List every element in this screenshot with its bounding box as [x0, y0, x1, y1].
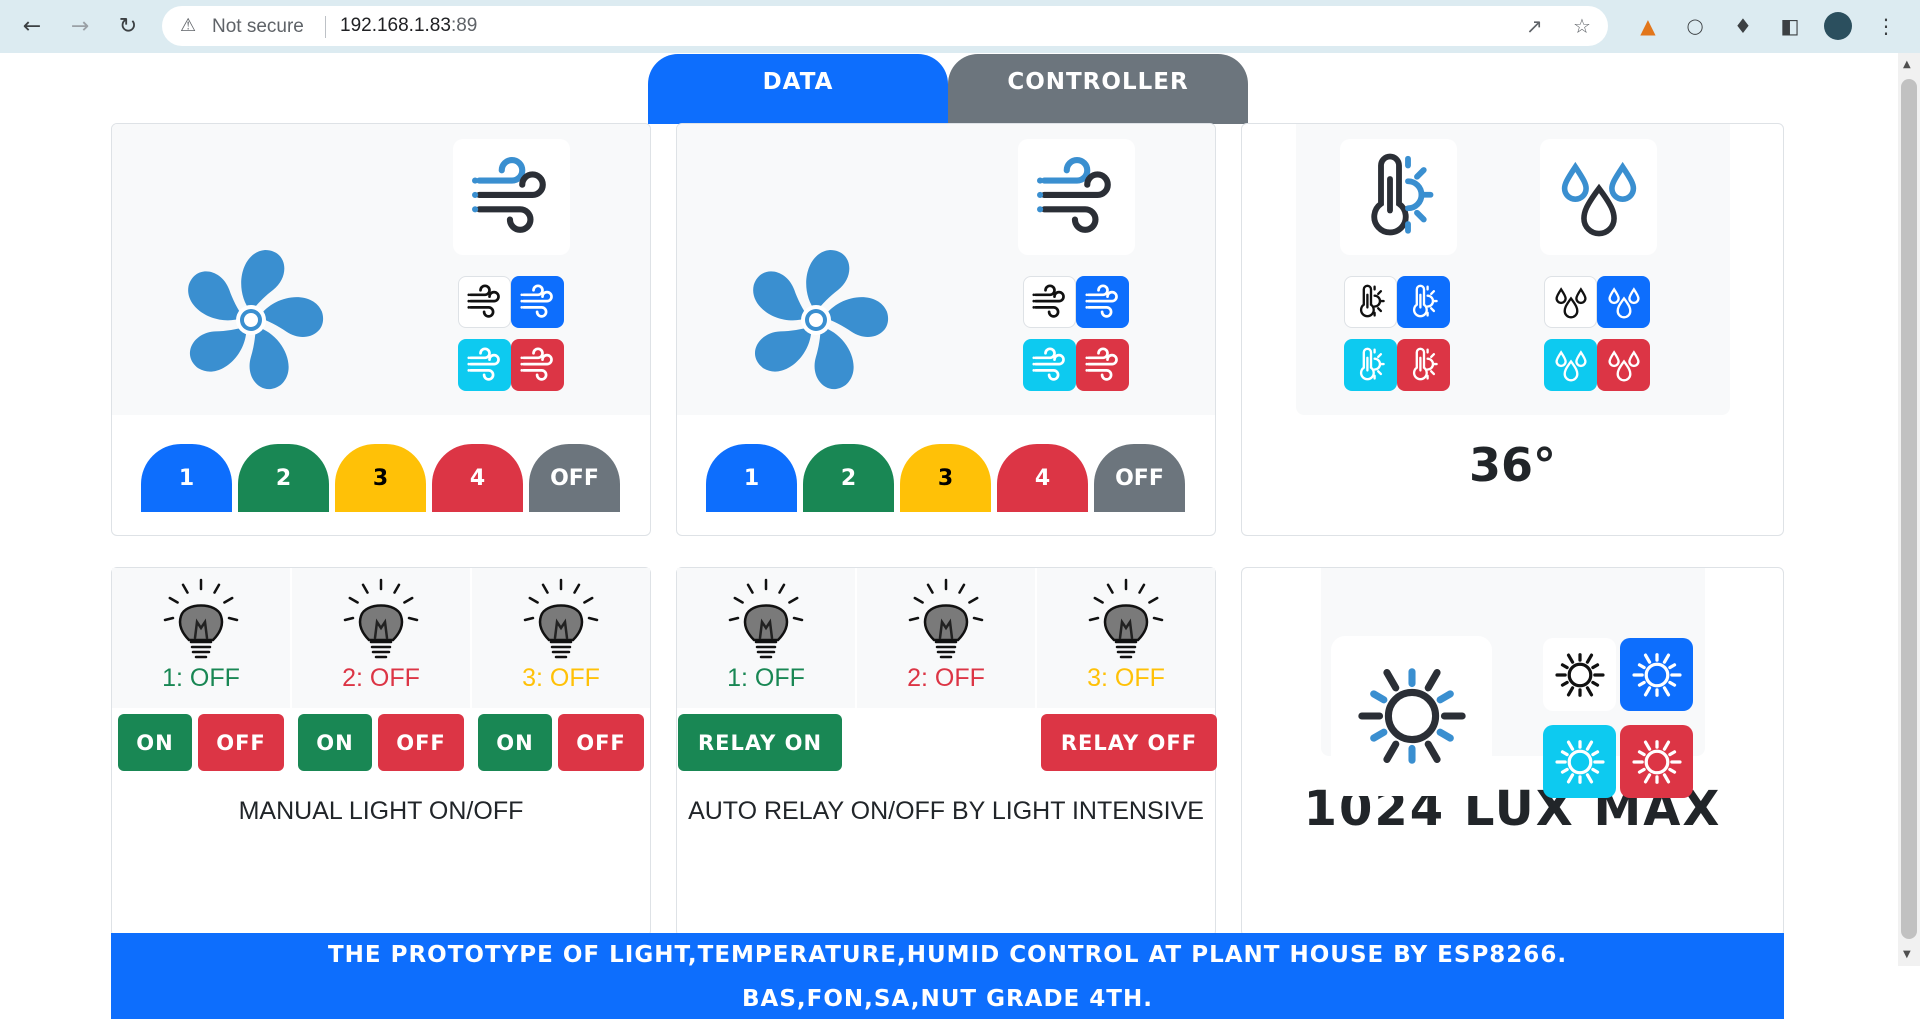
temperature-icon: [1340, 139, 1457, 255]
fan-2-wind-cyan-icon[interactable]: [1023, 339, 1076, 391]
scroll-down-icon[interactable]: ▼: [1903, 949, 1911, 960]
security-label: Not secure: [212, 16, 304, 37]
fan-1-speed-3-button[interactable]: 3: [335, 444, 426, 512]
sun-icon: [1331, 636, 1492, 796]
light-bulb-icon: [341, 578, 421, 672]
manual-light-2-off-button[interactable]: OFF: [378, 714, 464, 771]
fan-2-icon: [741, 245, 891, 399]
drops-cyan-icon[interactable]: [1544, 339, 1597, 391]
fan-2-speed-off-button[interactable]: OFF: [1094, 444, 1185, 512]
manual-light-1-off-button[interactable]: OFF: [198, 714, 284, 771]
omnibox-divider: [325, 16, 326, 38]
manual-bulb-2-status: 2: OFF: [342, 664, 420, 692]
fan-1-wind-cyan-icon[interactable]: [458, 339, 511, 391]
manual-light-2-on-button[interactable]: ON: [298, 714, 372, 771]
menu-kebab-icon[interactable]: ⋮: [1872, 12, 1900, 40]
thermo-red-icon[interactable]: [1397, 339, 1450, 391]
bookmark-star-icon[interactable]: ☆: [1573, 14, 1591, 38]
light-sensor-card: [1241, 567, 1784, 937]
fan-1-wind-icon: [453, 139, 570, 255]
fan-1-speed-2-button[interactable]: 2: [238, 444, 329, 512]
auto-bulb-3-status: 3: OFF: [1087, 664, 1165, 692]
forward-icon[interactable]: →: [64, 10, 96, 42]
fan-2-speed-2-button[interactable]: 2: [803, 444, 894, 512]
extensions-puzzle-icon[interactable]: ♦: [1729, 12, 1757, 40]
sun-black-icon[interactable]: [1543, 638, 1616, 711]
footer-line-2: BAS,FON,SA,NUT GRADE 4TH.: [742, 986, 1153, 1012]
fan-1-speed-4-button[interactable]: 4: [432, 444, 523, 512]
manual-light-1-on-button[interactable]: ON: [118, 714, 192, 771]
footer-banner: THE PROTOTYPE OF LIGHT,TEMPERATURE,HUMID…: [111, 933, 1784, 1019]
fan-2-wind-red-icon[interactable]: [1076, 339, 1129, 391]
manual-bulb-1-status: 1: OFF: [162, 664, 240, 692]
auto-bulb-1-cell: 1: OFF: [677, 568, 855, 708]
share-icon[interactable]: ↗: [1526, 14, 1543, 38]
fan-2-speed-3-button[interactable]: 3: [900, 444, 991, 512]
manual-bulb-3-cell: 3: OFF: [472, 568, 650, 708]
back-icon[interactable]: ←: [16, 10, 48, 42]
metamask-extension-icon[interactable]: ▲: [1634, 12, 1662, 40]
warning-icon: ⚠: [180, 15, 197, 36]
browser-toolbar: ← → ↻ ⚠ Not secure 192.168.1.83:89 ↗ ☆ ▲…: [0, 0, 1920, 53]
drops-red-icon[interactable]: [1597, 339, 1650, 391]
light-bulb-icon: [161, 578, 241, 672]
auto-bulb-1-status: 1: OFF: [727, 664, 805, 692]
address-bar[interactable]: ⚠ Not secure 192.168.1.83:89 ↗ ☆: [162, 6, 1608, 46]
fan-1-wind-black-icon[interactable]: [458, 276, 511, 328]
thermo-cyan-icon[interactable]: [1344, 339, 1397, 391]
scroll-up-icon[interactable]: ▲: [1903, 59, 1911, 70]
footer-line-1: THE PROTOTYPE OF LIGHT,TEMPERATURE,HUMID…: [327, 942, 1568, 968]
temperature-value: 36°: [1468, 438, 1556, 492]
light-bulb-icon: [726, 578, 806, 672]
sun-cyan-icon[interactable]: [1543, 725, 1616, 798]
fan-1-wind-blue-icon[interactable]: [511, 276, 564, 328]
url-text[interactable]: 192.168.1.83:89: [340, 15, 477, 37]
scrollbar-thumb[interactable]: [1901, 79, 1917, 939]
light-bulb-icon: [521, 578, 601, 672]
relay-on-button[interactable]: RELAY ON: [678, 714, 842, 771]
manual-bulb-3-status: 3: OFF: [522, 664, 600, 692]
thermo-black-icon[interactable]: [1344, 276, 1397, 328]
manual-light-3-on-button[interactable]: ON: [478, 714, 552, 771]
fan-1-icon: [176, 245, 326, 399]
auto-bulb-2-cell: 2: OFF: [857, 568, 1035, 708]
auto-relay-caption: AUTO RELAY ON/OFF BY LIGHT INTENSIVE: [688, 797, 1204, 825]
auto-bulb-2-status: 2: OFF: [907, 664, 985, 692]
vertical-scrollbar[interactable]: ▲ ▼: [1898, 53, 1920, 966]
fan-1-wind-red-icon[interactable]: [511, 339, 564, 391]
page-content: DATA CONTROLLER 36° 1024 LUX MAX 1 2 3 4 OFF: [0, 53, 1898, 1019]
reload-icon[interactable]: ↻: [112, 10, 144, 42]
auto-bulb-3-cell: 3: OFF: [1037, 568, 1215, 708]
thermo-blue-icon[interactable]: [1397, 276, 1450, 328]
manual-bulb-2-cell: 2: OFF: [292, 568, 470, 708]
manual-light-caption: MANUAL LIGHT ON/OFF: [238, 797, 524, 825]
tab-data[interactable]: DATA: [648, 54, 948, 124]
light-bulb-icon: [906, 578, 986, 672]
fan-2-wind-black-icon[interactable]: [1023, 276, 1076, 328]
fan-1-speed-off-button[interactable]: OFF: [529, 444, 620, 512]
sun-red-icon[interactable]: [1620, 725, 1693, 798]
fan-1-speed-1-button[interactable]: 1: [141, 444, 232, 512]
fan-2-wind-blue-icon[interactable]: [1076, 276, 1129, 328]
extension-circle-icon[interactable]: ◯: [1681, 12, 1709, 40]
drops-black-icon[interactable]: [1544, 276, 1597, 328]
fan-2-speed-4-button[interactable]: 4: [997, 444, 1088, 512]
tab-controller[interactable]: CONTROLLER: [948, 54, 1248, 124]
profile-avatar[interactable]: [1824, 12, 1852, 40]
fan-2-wind-icon: [1018, 139, 1135, 255]
humidity-icon: [1540, 139, 1657, 255]
lux-value: 1024 LUX MAX: [1303, 781, 1722, 837]
manual-light-3-off-button[interactable]: OFF: [558, 714, 644, 771]
light-bulb-icon: [1086, 578, 1166, 672]
side-panel-icon[interactable]: ◧: [1776, 12, 1804, 40]
manual-bulb-1-cell: 1: OFF: [112, 568, 290, 708]
drops-blue-icon[interactable]: [1597, 276, 1650, 328]
sun-blue-icon[interactable]: [1620, 638, 1693, 711]
fan-2-speed-1-button[interactable]: 1: [706, 444, 797, 512]
relay-off-button[interactable]: RELAY OFF: [1041, 714, 1217, 771]
